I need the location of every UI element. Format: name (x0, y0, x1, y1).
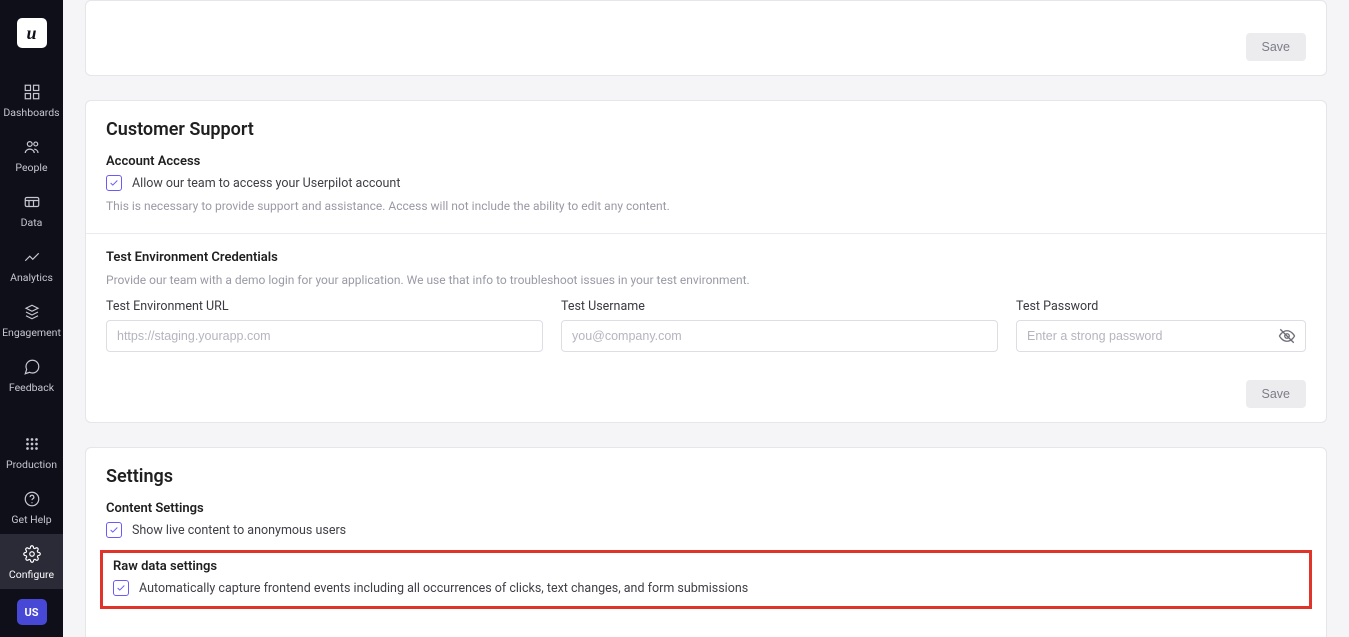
sidebar-item-label: Production (6, 458, 57, 471)
people-icon (22, 137, 42, 157)
raw-data-heading: Raw data settings (113, 559, 1299, 574)
sidebar-item-feedback[interactable]: Feedback (0, 347, 63, 402)
checkbox-icon (106, 175, 122, 191)
logo: u (17, 18, 47, 48)
sidebar-item-label: Get Help (11, 513, 51, 526)
save-button[interactable]: Save (1246, 380, 1307, 408)
sidebar-item-label: Engagement (2, 326, 61, 339)
sidebar-item-configure[interactable]: Configure (0, 534, 63, 589)
content-checkbox-row[interactable]: Show live content to anonymous users (106, 522, 1306, 538)
sidebar-item-analytics[interactable]: Analytics (0, 237, 63, 292)
account-access-subtext: This is necessary to provide support and… (106, 197, 1306, 215)
nav-bottom: Production Get Help Configure US (0, 424, 63, 637)
sidebar-item-dashboards[interactable]: Dashboards (0, 72, 63, 127)
checkbox-label: Allow our team to access your Userpilot … (132, 176, 400, 191)
raw-data-highlight: Raw data settings Automatically capture … (100, 550, 1312, 609)
sidebar-item-label: Configure (9, 568, 54, 581)
visibility-off-icon[interactable] (1278, 327, 1296, 345)
sidebar-item-label: People (15, 161, 47, 174)
save-button[interactable]: Save (1246, 33, 1307, 61)
region-badge[interactable]: US (17, 599, 47, 625)
help-icon (22, 489, 42, 509)
sidebar-item-label: Analytics (10, 271, 53, 284)
checkbox-label: Show live content to anonymous users (132, 523, 346, 538)
card-title: Customer Support (106, 119, 1306, 140)
account-access-checkbox-row[interactable]: Allow our team to access your Userpilot … (106, 175, 1306, 191)
checkbox-label: Automatically capture frontend events in… (139, 581, 748, 596)
gear-icon (22, 544, 42, 564)
sidebar-item-data[interactable]: Data (0, 182, 63, 237)
test-url-input[interactable] (106, 320, 543, 352)
analytics-icon (22, 247, 42, 267)
card-title: Settings (106, 466, 1306, 487)
card-customer-support: Customer Support Account Access Allow ou… (85, 100, 1327, 423)
field-test-password: Test Password (1016, 299, 1306, 352)
sidebar-item-label: Feedback (9, 381, 54, 394)
field-test-url: Test Environment URL (106, 299, 543, 352)
sidebar: u Dashboards People Data Analytics (0, 0, 63, 637)
test-username-input[interactable] (561, 320, 998, 352)
creds-fields: Test Environment URL Test Username Test … (106, 299, 1306, 352)
sidebar-item-people[interactable]: People (0, 127, 63, 182)
sidebar-item-label: Data (21, 216, 43, 229)
field-label: Test Username (561, 299, 998, 314)
raw-data-checkbox-row[interactable]: Automatically capture frontend events in… (113, 580, 1299, 596)
card-previous: Save (85, 0, 1327, 76)
test-creds-heading: Test Environment Credentials (106, 250, 1306, 265)
sidebar-item-engagement[interactable]: Engagement (0, 292, 63, 347)
checkbox-icon (106, 522, 122, 538)
dashboards-icon (22, 82, 42, 102)
content-settings-heading: Content Settings (106, 501, 1306, 516)
account-access-heading: Account Access (106, 154, 1306, 169)
sidebar-item-production[interactable]: Production (0, 424, 63, 479)
field-label: Test Environment URL (106, 299, 543, 314)
engagement-icon (22, 302, 42, 322)
main-content: Save Customer Support Account Access All… (63, 0, 1349, 637)
field-test-username: Test Username (561, 299, 998, 352)
feedback-icon (22, 357, 42, 377)
apps-icon (22, 434, 42, 454)
test-creds-subtext: Provide our team with a demo login for y… (106, 271, 1306, 289)
nav-primary: Dashboards People Data Analytics Engagem (0, 72, 63, 402)
divider (86, 233, 1326, 234)
card-settings: Settings Content Settings Show live cont… (85, 447, 1327, 637)
data-icon (22, 192, 42, 212)
sidebar-item-gethelp[interactable]: Get Help (0, 479, 63, 534)
checkbox-icon (113, 580, 129, 596)
sidebar-item-label: Dashboards (3, 106, 59, 119)
test-password-input[interactable] (1016, 320, 1306, 352)
field-label: Test Password (1016, 299, 1306, 314)
